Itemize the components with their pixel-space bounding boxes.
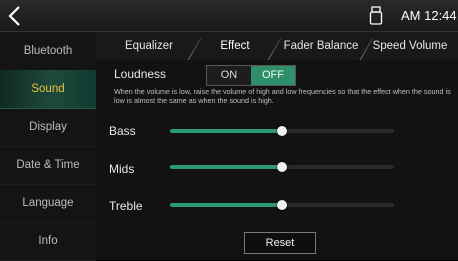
settings-sidebar: Bluetooth Sound Display Date & Time Lang… (0, 32, 96, 261)
sound-settings-panel: Equalizer Effect Fader Balance Speed Vol… (96, 32, 458, 260)
bass-label: Bass (109, 124, 136, 138)
slider-knob[interactable] (277, 200, 287, 210)
sidebar-item-date-time[interactable]: Date & Time (0, 146, 96, 185)
sidebar-item-display[interactable]: Display (0, 108, 96, 147)
sidebar-item-language[interactable]: Language (0, 184, 96, 223)
treble-label: Treble (109, 199, 143, 213)
reset-button[interactable]: Reset (244, 232, 316, 254)
mids-label: Mids (109, 162, 135, 176)
loudness-on-button[interactable]: ON (207, 66, 251, 85)
loudness-off-button[interactable]: OFF (251, 66, 295, 85)
back-button[interactable] (4, 4, 28, 28)
tab-speed-volume[interactable]: Speed Volume (370, 32, 450, 60)
bass-slider[interactable] (170, 126, 394, 136)
slider-knob[interactable] (277, 162, 287, 172)
clock: AM 12:44 (401, 8, 457, 23)
status-bar: AM 12:44 (0, 0, 458, 32)
settings-screen: AM 12:44 Bluetooth Sound Display Date & … (0, 0, 458, 261)
slider-knob[interactable] (277, 126, 287, 136)
slider-fill (170, 203, 282, 207)
usb-drive-icon (369, 6, 383, 25)
loudness-description: When the volume is low, raise the volume… (114, 87, 451, 105)
loudness-toggle: ON OFF (206, 65, 296, 86)
loudness-label: Loudness (114, 67, 167, 81)
tab-fader-balance[interactable]: Fader Balance (278, 32, 364, 60)
slider-fill (170, 129, 282, 133)
sidebar-item-sound[interactable]: Sound (0, 70, 96, 109)
mids-slider[interactable] (170, 162, 394, 172)
sidebar-item-info[interactable]: Info (0, 222, 96, 261)
tab-effect[interactable]: Effect (198, 32, 272, 60)
tab-equalizer[interactable]: Equalizer (104, 32, 194, 60)
sidebar-item-bluetooth[interactable]: Bluetooth (0, 32, 96, 71)
slider-fill (170, 165, 282, 169)
chevron-left-icon (8, 6, 20, 26)
treble-slider[interactable] (170, 200, 394, 210)
sound-tabs: Equalizer Effect Fader Balance Speed Vol… (96, 32, 458, 60)
